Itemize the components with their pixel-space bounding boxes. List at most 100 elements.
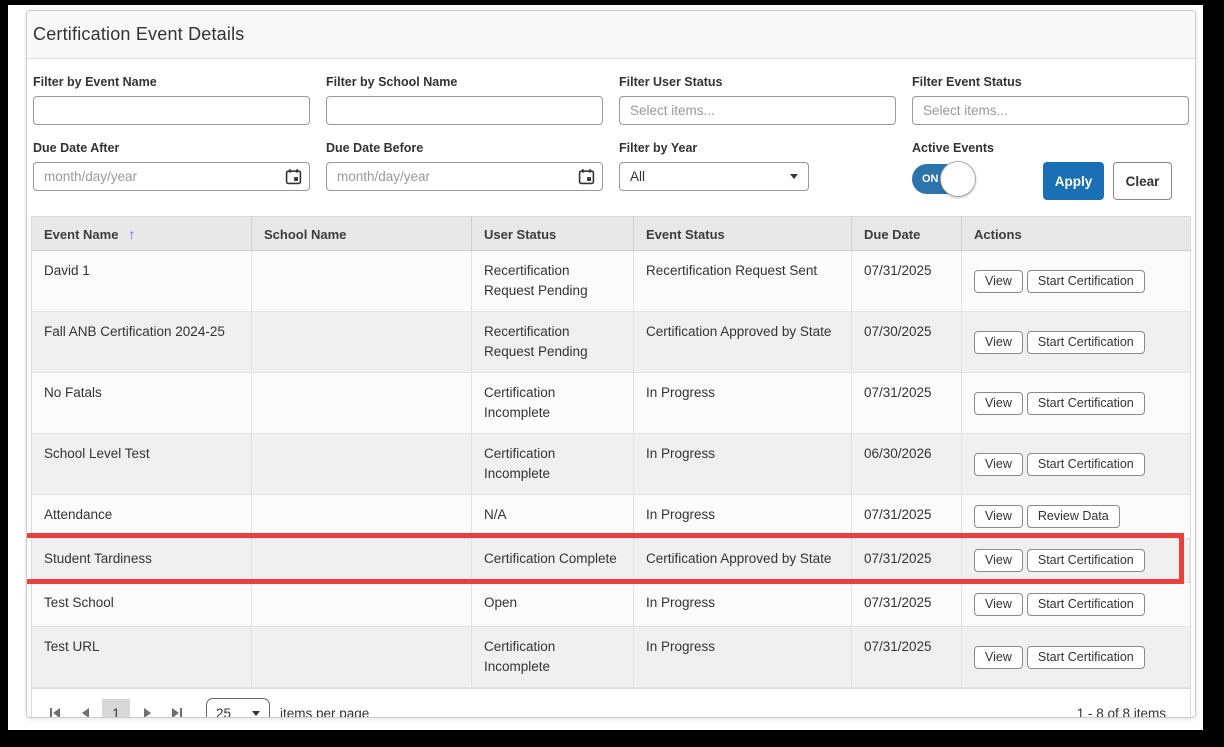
start-certification-button[interactable]: Start Certification bbox=[1026, 593, 1145, 616]
column-header-event-status[interactable]: Event Status bbox=[634, 217, 852, 250]
active-events-toggle[interactable]: ON bbox=[912, 161, 976, 197]
table-row[interactable]: Fall ANB Certification 2024-25 Recertifi… bbox=[32, 312, 1190, 373]
year-select[interactable]: All bbox=[619, 162, 809, 191]
chevron-down-icon bbox=[252, 710, 260, 716]
column-header-event-name[interactable]: Event Name ↑ bbox=[32, 217, 252, 250]
view-button[interactable]: View bbox=[974, 549, 1023, 572]
previous-page-button[interactable] bbox=[70, 699, 100, 717]
filter-year-label: Filter by Year bbox=[619, 141, 698, 155]
table-header-row: Event Name ↑ School Name User Status Eve… bbox=[32, 217, 1190, 251]
view-button[interactable]: View bbox=[974, 593, 1023, 616]
due-date-cell: 07/31/2025 bbox=[852, 627, 962, 688]
page-size-select[interactable]: 25 bbox=[206, 698, 270, 717]
last-page-button[interactable] bbox=[162, 699, 192, 717]
due-date-after-input[interactable] bbox=[33, 162, 310, 191]
filter-panel: Filter by Event Name Filter by School Na… bbox=[27, 59, 1195, 216]
table-row[interactable]: No Fatals Certification Incomplete In Pr… bbox=[32, 373, 1190, 434]
current-page-button[interactable]: 1 bbox=[102, 699, 130, 717]
last-page-icon bbox=[172, 708, 179, 717]
filter-event-status-label: Filter Event Status bbox=[912, 75, 1022, 89]
view-button[interactable]: View bbox=[974, 505, 1023, 528]
filter-school-name-label: Filter by School Name bbox=[326, 75, 458, 89]
event-status-cell: In Progress bbox=[634, 583, 852, 627]
column-header-user-status[interactable]: User Status bbox=[472, 217, 634, 250]
event-status-cell: In Progress bbox=[634, 627, 852, 688]
filter-school-name-field: Filter by School Name bbox=[326, 75, 603, 125]
review-data-button[interactable]: Review Data bbox=[1026, 505, 1120, 528]
start-certification-button[interactable]: Start Certification bbox=[1026, 269, 1145, 293]
school-name-cell bbox=[252, 495, 472, 539]
filter-year-field: Filter by Year All bbox=[619, 141, 896, 200]
actions-cell: View Start Certification bbox=[962, 627, 1190, 688]
due-date-cell: 07/31/2025 bbox=[852, 251, 962, 312]
table-row[interactable]: Student Tardiness Certification Complete… bbox=[27, 533, 1190, 584]
event-name-cell: David 1 bbox=[32, 251, 252, 312]
user-status-cell: Certification Incomplete bbox=[472, 434, 634, 495]
start-certification-button[interactable]: Start Certification bbox=[1026, 452, 1145, 476]
filter-user-status-input[interactable] bbox=[619, 96, 896, 125]
start-certification-button[interactable]: Start Certification bbox=[1026, 549, 1145, 572]
table-row[interactable]: School Level Test Certification Incomple… bbox=[32, 434, 1190, 495]
first-page-icon bbox=[53, 708, 60, 717]
column-header-school-name[interactable]: School Name bbox=[252, 217, 472, 250]
user-status-cell: Certification Incomplete bbox=[472, 627, 634, 688]
next-page-icon bbox=[143, 708, 151, 717]
previous-page-icon bbox=[81, 708, 89, 717]
actions-cell: View Start Certification bbox=[962, 251, 1190, 312]
filter-school-name-input[interactable] bbox=[326, 96, 603, 125]
toggle-on-label: ON bbox=[922, 173, 939, 185]
filter-event-name-input[interactable] bbox=[33, 96, 310, 125]
due-date-cell: 07/31/2025 bbox=[852, 495, 962, 539]
table-row[interactable]: Test URL Certification Incomplete In Pro… bbox=[32, 627, 1190, 688]
start-certification-button[interactable]: Start Certification bbox=[1026, 330, 1145, 354]
due-date-before-label: Due Date Before bbox=[326, 141, 424, 155]
event-name-cell: Attendance bbox=[32, 495, 252, 539]
pagination-bar: 1 25 items per page 1 - 8 of 8 items bbox=[32, 688, 1190, 717]
event-name-cell: Fall ANB Certification 2024-25 bbox=[32, 312, 252, 373]
event-name-cell: Test School bbox=[32, 583, 252, 627]
table-row[interactable]: Attendance N/A In Progress 07/31/2025 Vi… bbox=[32, 495, 1190, 539]
view-button[interactable]: View bbox=[974, 330, 1023, 354]
user-status-cell: Certification Incomplete bbox=[472, 373, 634, 434]
due-date-cell: 07/31/2025 bbox=[852, 583, 962, 627]
active-events-label: Active Events bbox=[912, 141, 994, 155]
actions-cell: View Review Data bbox=[962, 495, 1190, 539]
filter-event-status-input[interactable] bbox=[912, 96, 1189, 125]
view-button[interactable]: View bbox=[974, 391, 1023, 415]
user-status-cell: Recertification Request Pending bbox=[472, 251, 634, 312]
event-status-cell: Certification Approved by State bbox=[634, 539, 852, 583]
calendar-icon[interactable] bbox=[283, 167, 303, 187]
school-name-cell bbox=[252, 312, 472, 373]
first-page-button[interactable] bbox=[40, 699, 70, 717]
start-certification-button[interactable]: Start Certification bbox=[1026, 645, 1145, 669]
event-status-cell: In Progress bbox=[634, 434, 852, 495]
calendar-icon[interactable] bbox=[576, 167, 596, 187]
school-name-cell bbox=[252, 539, 472, 583]
view-button[interactable]: View bbox=[974, 452, 1023, 476]
due-date-before-field: Due Date Before bbox=[326, 141, 603, 200]
app-window: Certification Event Details Filter by Ev… bbox=[8, 5, 1203, 730]
sort-ascending-icon: ↑ bbox=[128, 226, 136, 242]
actions-cell: View Start Certification bbox=[962, 434, 1190, 495]
user-status-cell: N/A bbox=[472, 495, 634, 539]
next-page-button[interactable] bbox=[132, 699, 162, 717]
actions-cell: View Start Certification bbox=[962, 539, 1190, 583]
view-button[interactable]: View bbox=[974, 645, 1023, 669]
filter-event-name-field: Filter by Event Name bbox=[33, 75, 310, 125]
events-table: Event Name ↑ School Name User Status Eve… bbox=[27, 216, 1191, 717]
event-status-cell: Certification Approved by State bbox=[634, 312, 852, 373]
school-name-cell bbox=[252, 434, 472, 495]
table-row[interactable]: David 1 Recertification Request Pending … bbox=[32, 251, 1190, 312]
column-header-due-date[interactable]: Due Date bbox=[852, 217, 962, 250]
event-name-cell: No Fatals bbox=[32, 373, 252, 434]
due-date-cell: 06/30/2026 bbox=[852, 434, 962, 495]
table-row[interactable]: Test School Open In Progress 07/31/2025 … bbox=[32, 583, 1190, 627]
actions-cell: View Start Certification bbox=[962, 312, 1190, 373]
start-certification-button[interactable]: Start Certification bbox=[1026, 391, 1145, 415]
due-date-before-input[interactable] bbox=[326, 162, 603, 191]
school-name-cell bbox=[252, 583, 472, 627]
year-select-value: All bbox=[630, 169, 646, 184]
apply-button[interactable]: Apply bbox=[1043, 162, 1104, 200]
clear-button[interactable]: Clear bbox=[1113, 162, 1172, 200]
view-button[interactable]: View bbox=[974, 269, 1023, 293]
